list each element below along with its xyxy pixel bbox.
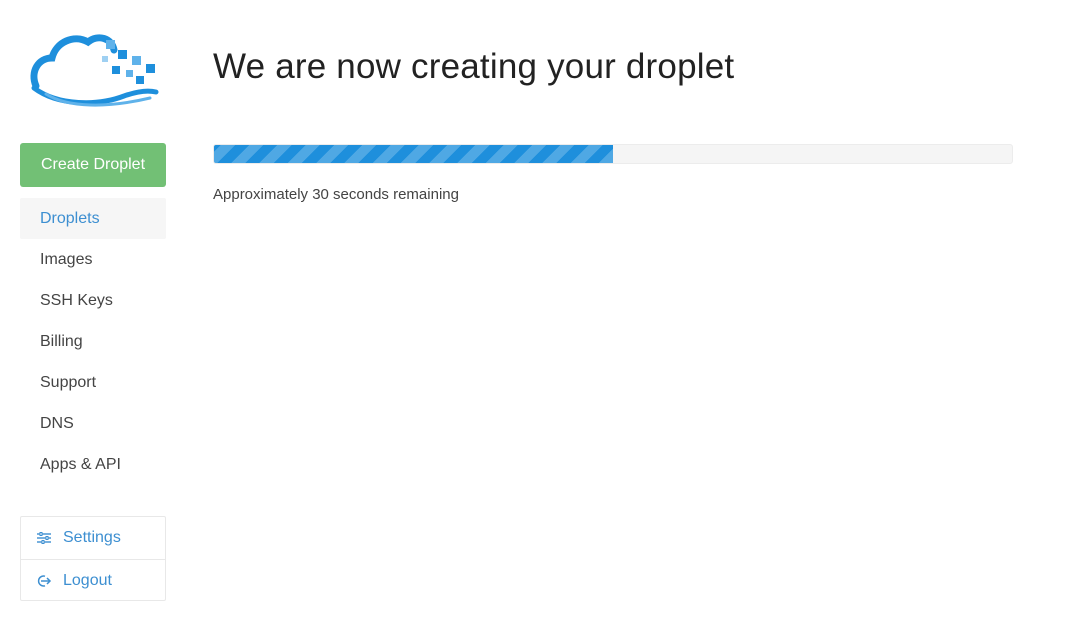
creation-progress-bar (213, 144, 1013, 164)
page-title: We are now creating your droplet (213, 47, 735, 86)
account-menu: Settings Logout (20, 516, 166, 601)
sidebar-item-droplets[interactable]: Droplets (20, 198, 166, 239)
sidebar-item-support[interactable]: Support (20, 362, 166, 403)
settings-label: Settings (63, 529, 121, 546)
settings-link[interactable]: Settings (21, 517, 165, 559)
sidebar-item-billing[interactable]: Billing (20, 321, 166, 362)
sidebar: Create Droplet Droplets Images SSH Keys … (20, 0, 166, 631)
cloud-logo-icon[interactable] (28, 28, 160, 108)
logout-label: Logout (63, 571, 112, 589)
main-content: We are now creating your droplet Approxi… (213, 0, 1013, 631)
logout-icon (36, 573, 52, 589)
sidebar-item-ssh-keys[interactable]: SSH Keys (20, 280, 166, 321)
time-remaining-text: Approximately 30 seconds remaining (213, 186, 459, 203)
sidebar-item-apps-api[interactable]: Apps & API (20, 444, 166, 485)
sidebar-item-dns[interactable]: DNS (20, 403, 166, 444)
sidebar-item-images[interactable]: Images (20, 239, 166, 280)
logout-link[interactable]: Logout (21, 559, 165, 601)
create-droplet-button[interactable]: Create Droplet (20, 143, 166, 187)
sidebar-nav: Droplets Images SSH Keys Billing Support… (20, 198, 166, 485)
sliders-icon (36, 530, 52, 546)
progress-fill (214, 145, 613, 163)
